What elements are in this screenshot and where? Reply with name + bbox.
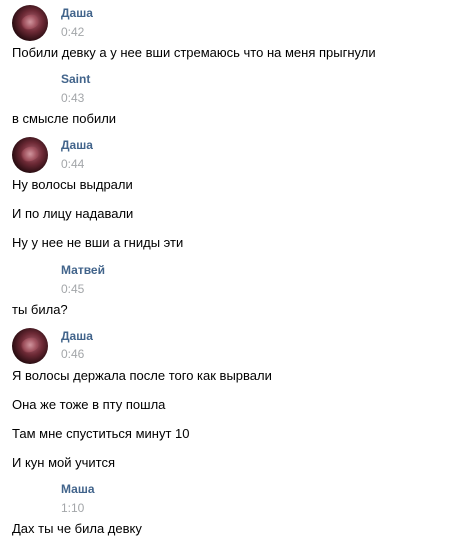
author-name[interactable]: Даша	[61, 6, 93, 20]
author-name[interactable]: Маша	[61, 482, 95, 496]
author-name[interactable]: Даша	[61, 329, 93, 343]
message-text: Ну у нее не вши а гниды эти	[12, 235, 184, 250]
avatar[interactable]	[12, 137, 48, 173]
message-text: в смысле побили	[12, 111, 117, 126]
message-text: И кун мой учится	[12, 455, 116, 470]
message-time[interactable]: 0:45	[61, 282, 84, 296]
author-name[interactable]: Saint	[61, 72, 90, 86]
message-text: Дах ты че била девку	[12, 521, 142, 536]
message-time[interactable]: 0:43	[61, 91, 84, 105]
message-time[interactable]: 0:44	[61, 157, 84, 171]
author-name[interactable]: Даша	[61, 138, 93, 152]
author-name[interactable]: Матвей	[61, 263, 105, 277]
message-time[interactable]: 0:46	[61, 347, 84, 361]
chat-history: Даша 0:42 Побили девку а у нее вши стрем…	[0, 0, 471, 545]
message-text: Побили девку а у нее вши стремаюсь что н…	[12, 45, 376, 60]
avatar[interactable]	[12, 328, 48, 364]
message-text: Ну волосы выдрали	[12, 177, 133, 192]
avatar[interactable]	[12, 5, 48, 41]
message-time[interactable]: 1:10	[61, 501, 84, 515]
message-text: И по лицу надавали	[12, 206, 134, 221]
message-text: ты била?	[12, 302, 68, 317]
message-text: Она же тоже в пту пошла	[12, 397, 166, 412]
message-text: Я волосы держала после того как вырвали	[12, 368, 272, 383]
message-text: Там мне спуститься минут 10	[12, 426, 190, 441]
message-time[interactable]: 0:42	[61, 25, 84, 39]
